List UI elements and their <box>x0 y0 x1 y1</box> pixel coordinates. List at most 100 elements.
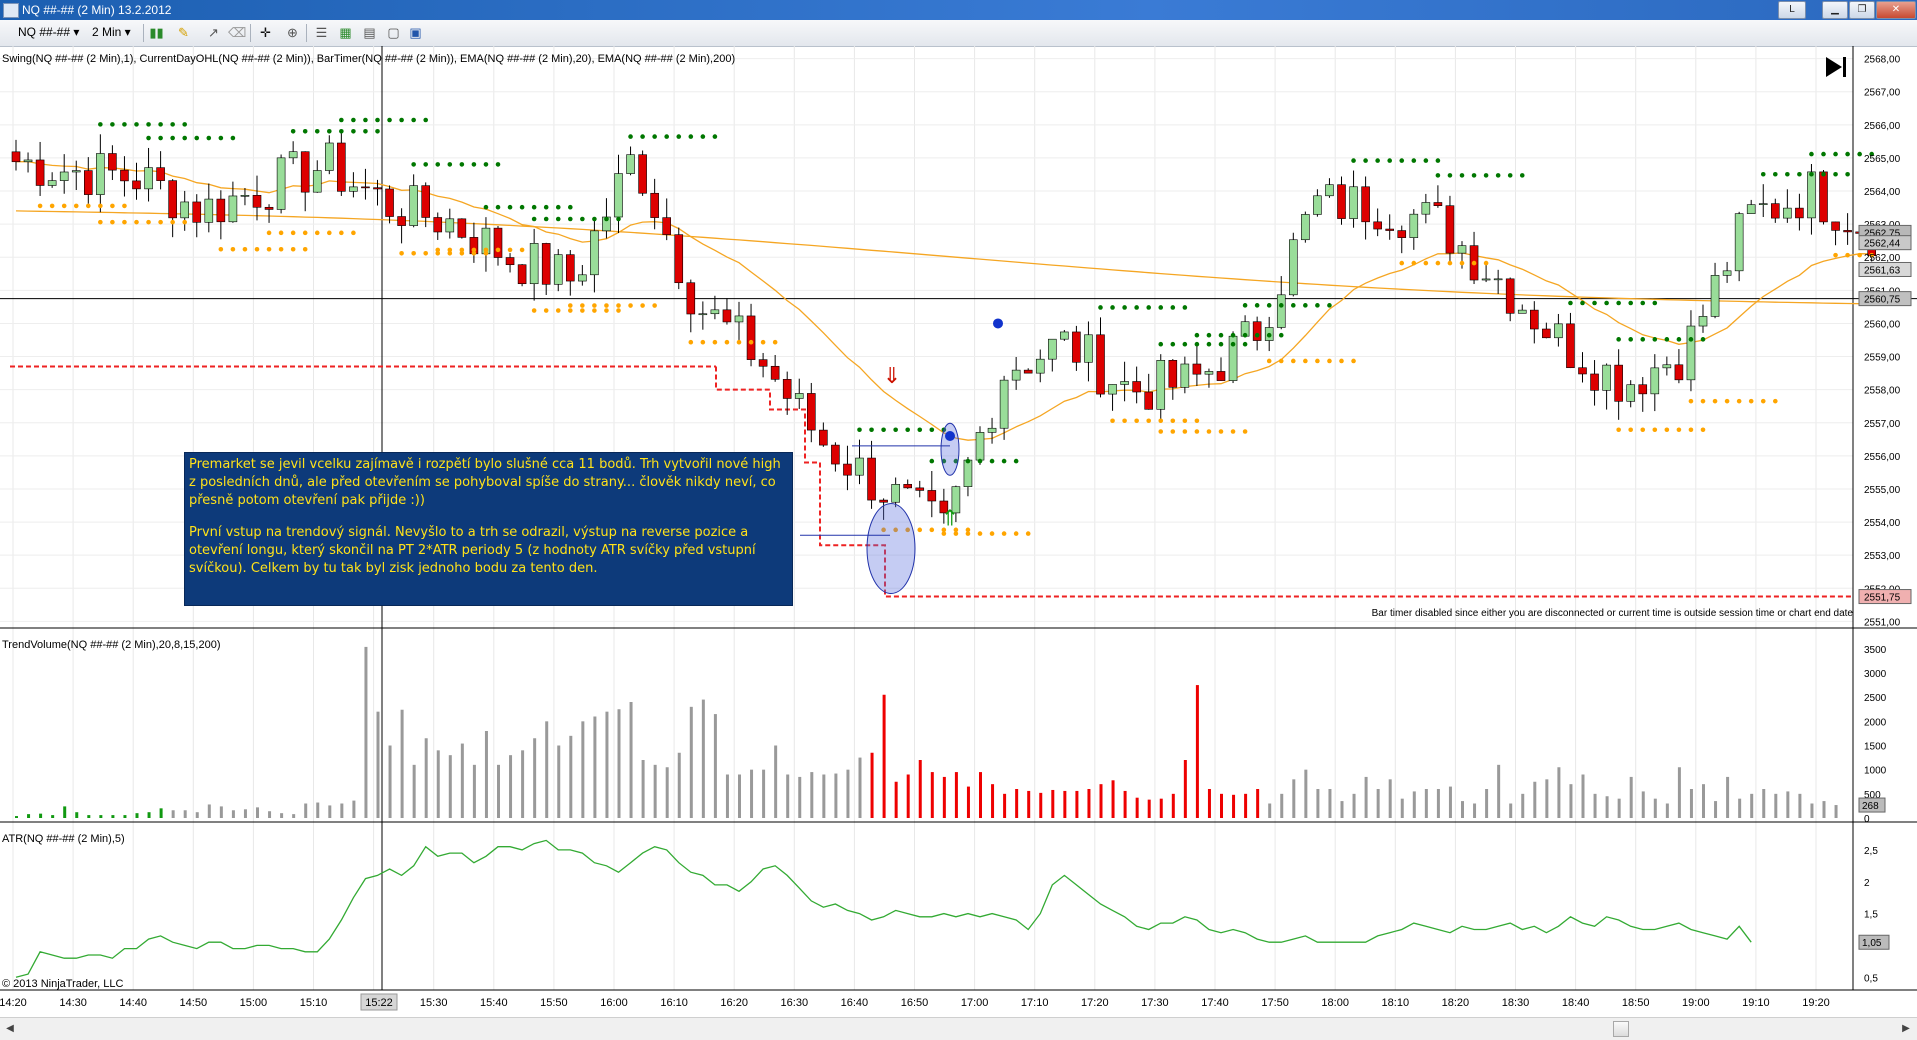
volume-bar <box>1750 793 1754 818</box>
scroll-left-icon[interactable]: ◀ <box>2 1021 18 1037</box>
swing-low-dot <box>290 230 296 236</box>
swing-low-dot <box>471 247 477 253</box>
candle-body <box>445 218 455 233</box>
swing-low-dot <box>399 250 404 256</box>
swing-high-dot <box>628 134 633 139</box>
candle-body <box>1831 221 1840 231</box>
volume-bar <box>966 786 970 818</box>
properties-icon[interactable]: ☰ <box>314 25 329 40</box>
candle-body <box>1084 334 1093 363</box>
swing-low-dot <box>122 203 127 209</box>
swing-low-dot <box>1616 427 1621 433</box>
data-box-icon[interactable]: ▢ <box>386 25 401 40</box>
volume-bar <box>183 810 187 818</box>
swing-low-dot <box>351 230 356 236</box>
candle-body <box>722 309 732 323</box>
swing-low-dot <box>700 339 706 345</box>
swing-low-dot <box>989 531 995 536</box>
indicators-icon[interactable]: ▦ <box>338 25 353 40</box>
candle-body <box>1686 325 1696 381</box>
candle-body <box>373 187 382 190</box>
candle-body <box>1035 358 1045 374</box>
candle-body <box>35 159 45 186</box>
chart-trader-icon[interactable]: ▣ <box>408 25 423 40</box>
horizontal-scrollbar[interactable]: ◀ ▶ <box>0 1017 1917 1040</box>
swing-low-dot <box>1230 429 1236 434</box>
candle-body <box>1457 245 1467 254</box>
candle-body <box>1192 363 1202 375</box>
go-to-end-icon[interactable] <box>1826 57 1846 77</box>
price-tick-label: 2566,00 <box>1864 121 1901 132</box>
candle-body <box>288 151 298 159</box>
draw-pencil-icon[interactable]: ✎ <box>176 25 191 40</box>
crosshair-icon[interactable]: ✛ <box>258 25 273 40</box>
volume-bar <box>400 709 404 818</box>
volume-bar <box>352 800 356 818</box>
candle-body <box>397 216 406 226</box>
swing-low-dot <box>1315 358 1320 364</box>
close-button[interactable]: ✕ <box>1876 1 1916 19</box>
candle-body <box>1819 171 1828 223</box>
volume-bar <box>1123 790 1127 818</box>
volume-bar <box>701 699 705 818</box>
volume-bar <box>39 813 43 818</box>
swing-high-dot <box>290 128 296 134</box>
candle-body <box>1602 364 1611 391</box>
volume-bar <box>388 745 392 818</box>
volume-bar <box>629 702 633 818</box>
swing-low-dot <box>1170 418 1176 424</box>
candle-body <box>337 142 346 192</box>
swing-high-dot <box>483 162 489 167</box>
swing-high-dot <box>1411 158 1417 163</box>
price-marker-label: 2561,63 <box>1864 265 1901 276</box>
swing-high-dot <box>1568 300 1573 306</box>
scrollbar-thumb[interactable] <box>1613 1021 1629 1037</box>
swing-high-dot <box>194 135 200 141</box>
swing-low-dot <box>1773 398 1778 404</box>
swing-high-dot <box>471 162 477 167</box>
link-button[interactable]: L <box>1778 1 1806 19</box>
swing-high-dot <box>1773 171 1778 177</box>
price-tick-label: 2555,00 <box>1864 485 1901 496</box>
swing-low-dot <box>1399 260 1405 266</box>
volume-bar <box>605 711 609 818</box>
ninjatrader-app-icon[interactable] <box>3 3 19 18</box>
swing-low-dot <box>507 247 513 253</box>
swing-high-dot <box>423 117 429 123</box>
instrument-selector[interactable]: NQ ##-## ▾ <box>18 24 79 41</box>
restore-button[interactable]: ❐ <box>1849 1 1875 19</box>
candle-body <box>204 198 214 223</box>
swing-high-dot <box>1616 300 1621 306</box>
swing-high-dot <box>1291 303 1296 308</box>
candle-body <box>1505 278 1515 314</box>
volume-last-value: 268 <box>1862 801 1879 812</box>
sell-arrow-icon: ⇓ <box>883 363 901 388</box>
volume-bar <box>497 764 500 818</box>
candle-body <box>1758 203 1768 205</box>
swing-low-dot <box>519 247 525 253</box>
zoom-icon[interactable]: ⊕ <box>285 25 300 40</box>
volume-bar <box>1003 793 1007 818</box>
x-tick-label: 15:00 <box>240 997 268 1009</box>
drawing-tools-icon[interactable]: ↗ <box>206 25 221 40</box>
swing-high-dot <box>640 134 645 139</box>
price-marker-label: 2562,44 <box>1864 239 1901 250</box>
swing-low-dot <box>314 230 320 236</box>
price-tick-label: 2558,00 <box>1864 386 1901 397</box>
bar-style-icon[interactable]: ▮▮ <box>149 25 164 40</box>
copyright-text: © 2013 NinjaTrader, LLC <box>2 978 123 990</box>
minimize-button[interactable]: ▁ <box>1822 1 1848 19</box>
volume-bar <box>1617 798 1621 818</box>
strategies-icon[interactable]: ▤ <box>362 25 377 40</box>
candle-body <box>1783 207 1792 219</box>
scroll-right-icon[interactable]: ▶ <box>1898 1021 1914 1037</box>
swing-high-dot <box>1640 300 1646 306</box>
interval-selector[interactable]: 2 Min ▾ <box>92 24 131 41</box>
volume-bar <box>894 781 898 818</box>
volume-bar <box>774 745 778 818</box>
price-tick-label: 2567,00 <box>1864 88 1901 99</box>
candle-body <box>1662 364 1672 369</box>
candle-body <box>11 151 21 163</box>
eraser-icon[interactable]: ⌫ <box>228 25 246 40</box>
swing-high-dot <box>1278 303 1284 308</box>
